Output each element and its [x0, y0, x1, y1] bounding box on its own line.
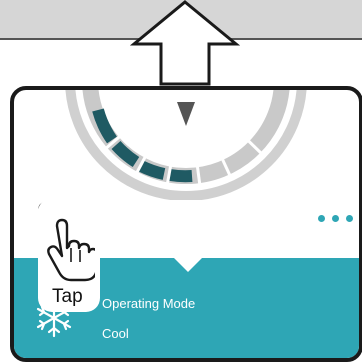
arrow-up-icon [130, 0, 240, 86]
hand-pointer-icon [47, 218, 95, 282]
operating-mode-label: Operating Mode [102, 296, 196, 311]
tap-label: Tap [52, 286, 83, 307]
more-options-icon [318, 214, 325, 222]
operating-mode-value: Cool [102, 326, 129, 341]
screen: Operating Mode Cool Tap [0, 0, 362, 363]
more-options-button[interactable] [303, 210, 353, 226]
temperature-dial [65, 90, 307, 200]
